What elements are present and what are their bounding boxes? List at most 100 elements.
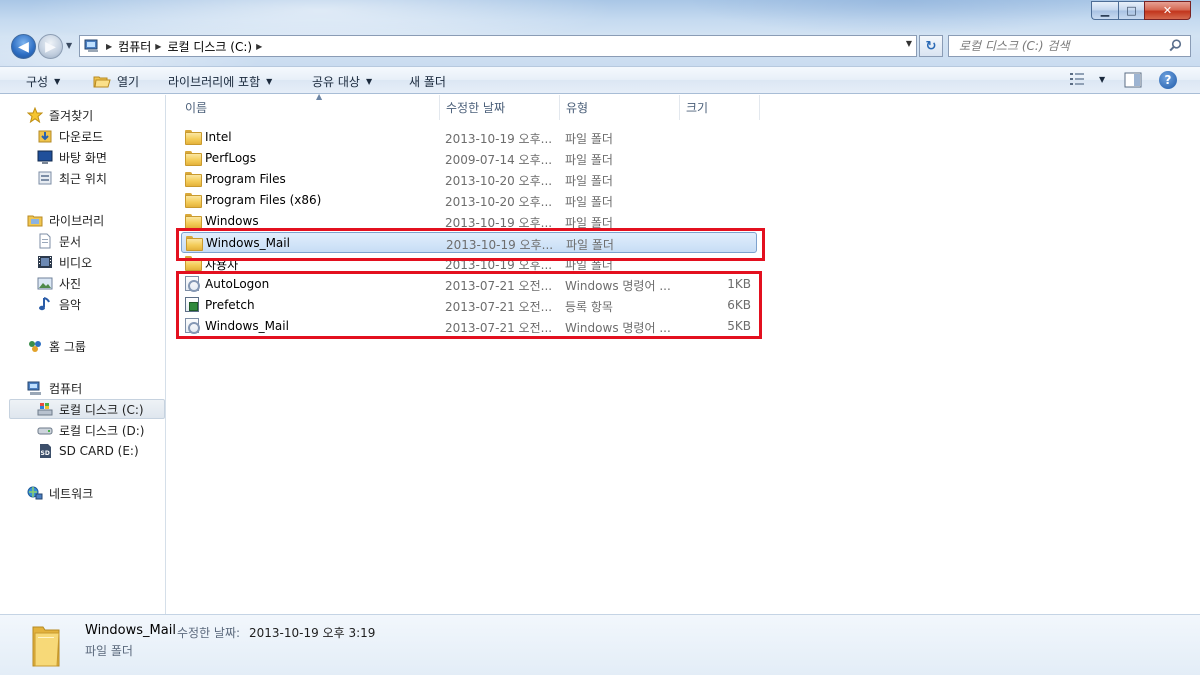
help-icon: ?	[1164, 73, 1172, 87]
breadcrumb-computer[interactable]: 컴퓨터	[118, 38, 151, 55]
maximize-button[interactable]: □	[1118, 1, 1144, 20]
file-name: Windows_Mail	[205, 319, 289, 333]
nav-downloads[interactable]: 다운로드	[37, 126, 103, 146]
nav-music[interactable]: 음악	[37, 294, 81, 314]
column-header-type[interactable]: 유형	[560, 95, 680, 120]
nav-drive-d[interactable]: 로컬 디스크 (D:)	[37, 420, 144, 440]
nav-favorites[interactable]: 즐겨찾기	[27, 105, 93, 125]
open-button[interactable]: 열기	[93, 73, 139, 90]
share-with-button[interactable]: 공유 대상 ▼	[312, 73, 372, 90]
address-history-dropdown[interactable]: ▼	[906, 39, 912, 48]
breadcrumb-drive-c[interactable]: 로컬 디스크 (C:)	[167, 38, 252, 55]
nav-drive-e-label: SD CARD (E:)	[59, 444, 139, 458]
star-icon	[27, 107, 43, 123]
search-input[interactable]	[959, 39, 1164, 53]
nav-homegroup[interactable]: 홈 그룹	[27, 336, 86, 356]
file-row[interactable]: Windows_Mail 2013-07-21 오전... Windows 명령어 …	[181, 316, 757, 337]
cmd-script-icon	[185, 318, 201, 334]
command-bar: 구성 ▼ 열기 라이브러리에 포함 ▼ 공유 대상 ▼ 새 폴더 ▼ ?	[0, 66, 1200, 94]
file-row[interactable]: PerfLogs 2009-07-14 오후... 파일 폴더	[181, 148, 757, 169]
back-arrow-icon: ◀	[18, 38, 29, 55]
nav-drive-e[interactable]: SD SD CARD (E:)	[37, 441, 139, 461]
file-row[interactable]: Program Files 2013-10-20 오후... 파일 폴더	[181, 169, 757, 190]
column-header-name[interactable]: 이름 ▲	[179, 92, 440, 120]
file-row[interactable]: Prefetch 2013-07-21 오전... 등록 항목 6KB	[181, 295, 757, 316]
search-icon[interactable]	[1169, 39, 1182, 52]
change-view-button[interactable]: ▼	[1069, 72, 1105, 86]
organize-menu-button[interactable]: 구성 ▼	[26, 73, 60, 90]
nav-computer[interactable]: 컴퓨터	[27, 378, 82, 398]
file-modified: 2009-07-14 오후...	[445, 153, 553, 167]
file-modified: 2013-10-19 오후...	[445, 132, 553, 146]
nav-recent[interactable]: 최근 위치	[37, 168, 107, 188]
nav-libraries[interactable]: 라이브러리	[27, 210, 104, 230]
folder-icon	[186, 235, 203, 251]
nav-desktop-label: 바탕 화면	[59, 150, 107, 165]
recent-pages-dropdown[interactable]: ▼	[66, 41, 72, 50]
file-list: 이름 ▲ 수정한 날짜 유형 크기 Intel 2013-10-19 오후... 파…	[167, 92, 1200, 614]
file-type: 파일 폴더	[565, 258, 613, 272]
column-header-size[interactable]: 크기	[680, 95, 760, 120]
details-view-icon	[1070, 73, 1084, 85]
nav-pictures[interactable]: 사진	[37, 273, 81, 293]
nav-pictures-label: 사진	[59, 276, 82, 291]
file-name: Prefetch	[205, 298, 255, 312]
nav-drive-c[interactable]: 로컬 디스크 (C:)	[9, 399, 165, 419]
file-name: Intel	[205, 130, 232, 144]
refresh-button[interactable]: ↻	[919, 35, 943, 57]
nav-documents[interactable]: 문서	[37, 231, 81, 251]
file-row[interactable]: Windows 2013-10-19 오후... 파일 폴더	[181, 211, 757, 232]
nav-music-label: 음악	[59, 297, 82, 312]
minimize-button[interactable]: ▁	[1091, 1, 1118, 20]
recent-places-icon	[37, 170, 53, 186]
breadcrumb-separator-icon[interactable]: ▶	[155, 42, 161, 51]
file-name: Program Files (x86)	[205, 193, 322, 207]
nav-libraries-label: 라이브러리	[49, 213, 105, 228]
file-row[interactable]: AutoLogon 2013-07-21 오전... Windows 명령어 ...…	[181, 274, 757, 295]
file-name: 사용자	[205, 258, 239, 272]
nav-drive-d-label: 로컬 디스크 (D:)	[59, 423, 145, 438]
file-modified: 2013-10-19 오후...	[446, 238, 554, 252]
file-row[interactable]: Intel 2013-10-19 오후... 파일 폴더	[181, 127, 757, 148]
back-button[interactable]: ◀	[11, 34, 36, 59]
file-type: Windows 명령어 ...	[565, 321, 671, 335]
file-modified: 2013-07-21 오전...	[445, 279, 553, 293]
include-in-library-button[interactable]: 라이브러리에 포함 ▼	[168, 73, 272, 90]
organize-label: 구성	[26, 75, 49, 89]
nav-computer-label: 컴퓨터	[49, 381, 83, 396]
file-row[interactable]: Program Files (x86) 2013-10-20 오후... 파일 폴더	[181, 190, 757, 211]
video-icon	[37, 254, 53, 270]
column-header-modified[interactable]: 수정한 날짜	[440, 95, 560, 120]
search-box[interactable]	[948, 35, 1191, 57]
file-modified: 2013-07-21 오전...	[445, 300, 553, 314]
breadcrumb-separator-icon[interactable]: ▶	[106, 42, 112, 51]
column-header-modified-label: 수정한 날짜	[446, 101, 506, 115]
nav-network[interactable]: 네트워크	[27, 483, 93, 503]
column-header-size-label: 크기	[686, 101, 709, 115]
desktop-icon	[37, 149, 53, 165]
file-modified: 2013-10-20 오후...	[445, 174, 553, 188]
cmd-script-icon	[185, 276, 201, 292]
chevron-down-icon: ▼	[266, 77, 273, 86]
music-note-icon	[37, 296, 53, 312]
nav-desktop[interactable]: 바탕 화면	[37, 147, 107, 167]
chevron-down-icon[interactable]: ▼	[1099, 75, 1105, 84]
preview-pane-icon[interactable]	[1124, 72, 1142, 88]
breadcrumb-separator-icon[interactable]: ▶	[256, 42, 262, 51]
file-row[interactable]: 사용자 2013-10-19 오후... 파일 폴더	[181, 253, 757, 274]
file-name: Windows_Mail	[206, 236, 290, 250]
forward-arrow-icon: ▶	[45, 38, 56, 55]
details-item-name: Windows_Mail	[85, 623, 176, 638]
file-type: 파일 폴더	[565, 216, 613, 230]
new-folder-button[interactable]: 새 폴더	[409, 73, 446, 90]
help-button[interactable]: ?	[1159, 71, 1177, 89]
forward-button[interactable]: ▶	[38, 34, 63, 59]
nav-recent-label: 최근 위치	[59, 171, 107, 186]
file-name: AutoLogon	[205, 277, 270, 291]
nav-videos[interactable]: 비디오	[37, 252, 92, 272]
svg-text:SD: SD	[41, 450, 50, 457]
close-button[interactable]: ✕	[1144, 1, 1191, 20]
address-bar[interactable]: ▶ 컴퓨터 ▶ 로컬 디스크 (C:) ▶ ▼	[79, 35, 917, 57]
file-row[interactable]: Windows_Mail 2013-10-19 오후... 파일 폴더	[181, 232, 757, 253]
registry-file-icon	[185, 297, 201, 313]
